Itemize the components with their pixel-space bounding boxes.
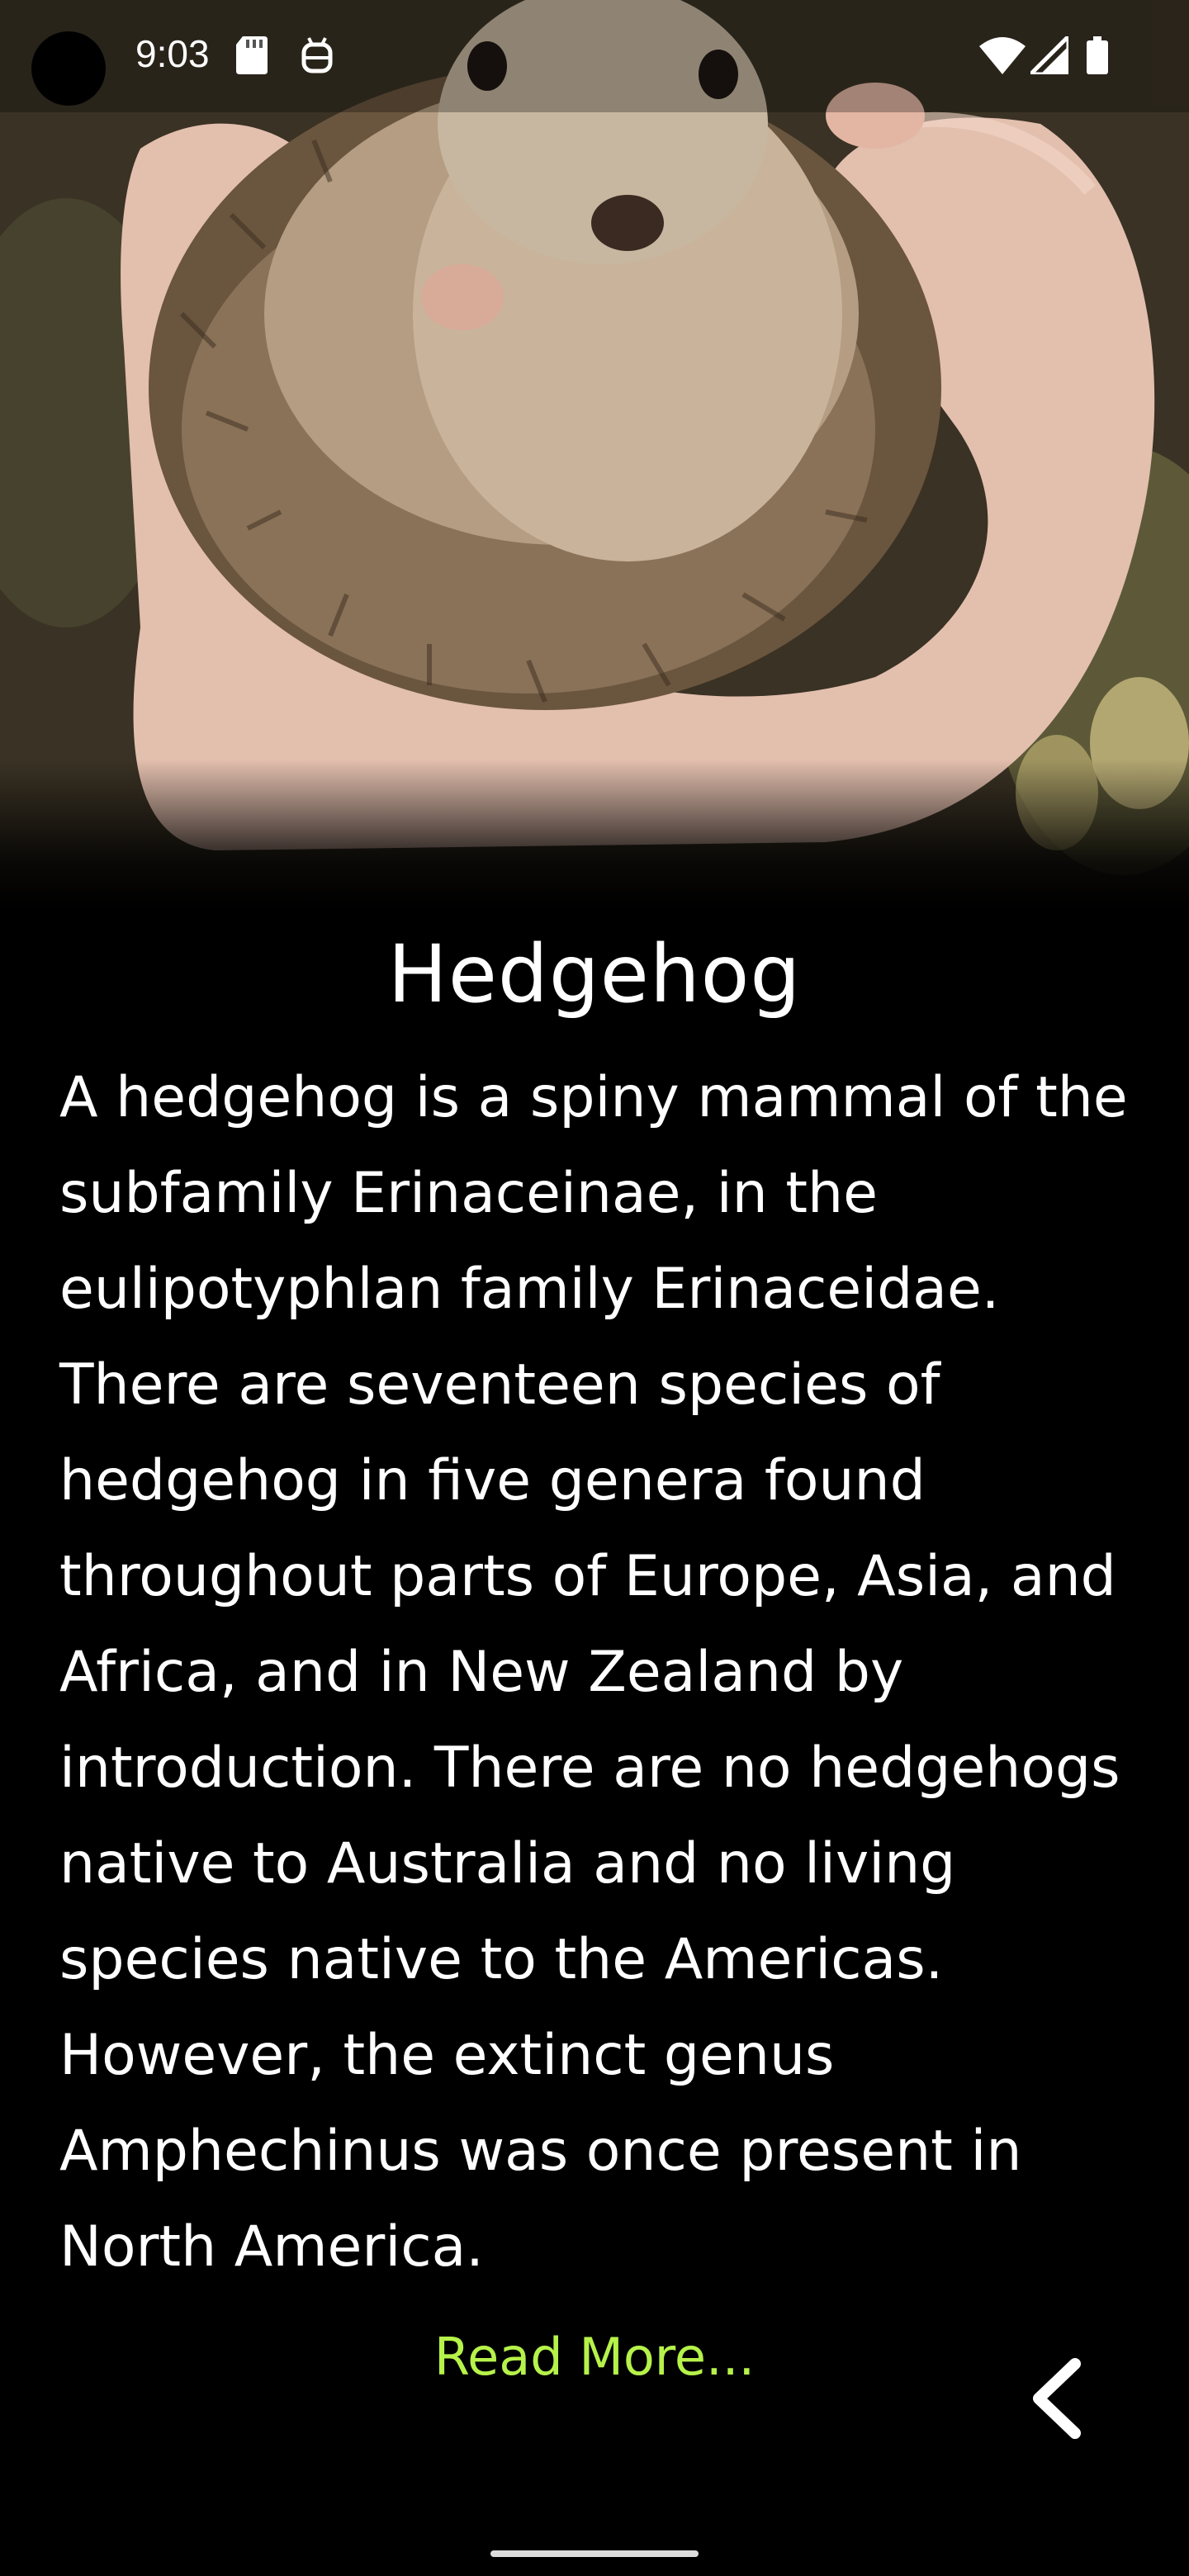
battery-icon <box>1087 36 1108 78</box>
back-button[interactable] <box>1016 2349 1098 2448</box>
article-description: A hedgehog is a spiny mammal of the subf… <box>59 1065 1128 2280</box>
sd-card-icon <box>236 36 268 78</box>
status-bar: 9:03 <box>0 0 1189 112</box>
wifi-icon <box>979 36 1026 78</box>
hero-image <box>0 0 1189 908</box>
status-time: 9:03 <box>135 32 210 75</box>
signal-icon <box>1025 31 1071 78</box>
home-indicator[interactable] <box>490 2550 699 2557</box>
chevron-left-icon <box>1033 2358 1081 2439</box>
article-title: Hedgehog <box>387 928 802 1021</box>
camera-cutout <box>31 31 106 106</box>
read-more-link[interactable]: Read More... <box>0 2327 1189 2387</box>
android-debug-icon <box>301 36 334 78</box>
hero-gradient-fade <box>0 760 1189 908</box>
